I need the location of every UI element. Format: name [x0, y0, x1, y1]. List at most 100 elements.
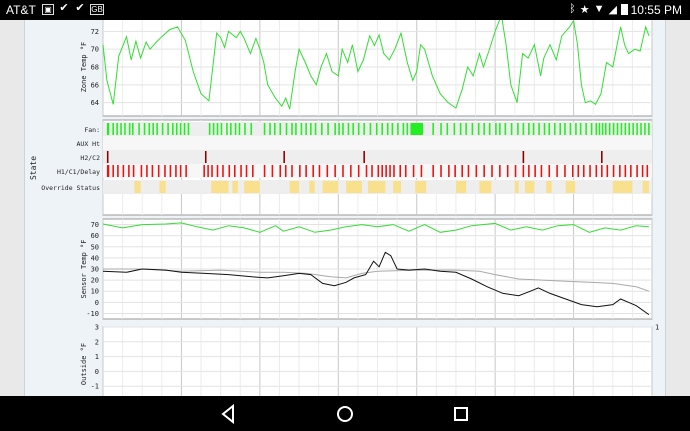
battery-icon	[621, 4, 628, 15]
state-segment	[582, 165, 585, 177]
y-tick-label: 0	[95, 299, 99, 307]
state-segment	[534, 165, 536, 177]
state-row-label: Override Status	[41, 184, 100, 192]
state-segment	[628, 123, 631, 135]
state-segment	[548, 165, 551, 177]
state-segment	[595, 165, 598, 177]
home-icon[interactable]	[333, 402, 357, 426]
state-segment	[455, 181, 467, 193]
state-segment	[524, 181, 535, 193]
state-segment	[624, 165, 627, 177]
y-tick-label: 20	[91, 277, 99, 285]
state-segment	[352, 123, 354, 135]
wifi-icon: ▼	[593, 3, 605, 15]
state-segment	[528, 123, 530, 135]
state-row-background	[103, 150, 652, 164]
state-segment	[175, 123, 178, 135]
state-segment	[263, 165, 266, 177]
state-segment	[212, 123, 215, 135]
state-segment	[393, 165, 395, 177]
state-segment	[488, 123, 491, 135]
state-segment	[305, 123, 307, 135]
back-icon[interactable]	[216, 402, 240, 426]
state-segment	[305, 165, 307, 177]
state-segment	[579, 123, 582, 135]
state-segment	[363, 123, 365, 135]
signal-icon: ◢	[608, 4, 617, 16]
state-segment	[117, 165, 119, 177]
y-tick-label: 68	[91, 64, 99, 72]
state-segment	[616, 123, 619, 135]
state-segment	[263, 123, 266, 135]
y-tick-label: 30	[91, 266, 99, 274]
y-tick-label: -1	[91, 383, 99, 391]
state-segment	[167, 123, 169, 135]
state-segment	[187, 123, 190, 135]
state-segment	[646, 165, 649, 177]
state-segment	[546, 181, 552, 193]
state-segment	[203, 165, 205, 177]
y-tick-label: 50	[91, 243, 99, 251]
state-segment	[216, 165, 219, 177]
y-tick-label: 0	[95, 368, 99, 376]
state-segment	[175, 165, 177, 177]
state-segment	[577, 165, 580, 177]
state-segment	[157, 165, 160, 177]
state-segment	[475, 165, 478, 177]
image-icon: ▣	[42, 4, 54, 15]
state-segment	[132, 165, 135, 177]
state-segment	[375, 123, 378, 135]
state-segment	[106, 123, 110, 135]
state-segment	[321, 123, 323, 135]
recents-icon[interactable]	[449, 402, 473, 426]
state-segment	[220, 123, 223, 135]
state-segment	[595, 123, 598, 135]
state-segment	[284, 165, 287, 177]
state-segment	[234, 123, 237, 135]
state-segment	[569, 123, 572, 135]
state-segment	[559, 123, 562, 135]
state-segment	[310, 123, 312, 135]
state-segment	[279, 165, 282, 177]
y-axis-label: Zone Temp °F	[80, 42, 88, 93]
state-segment	[334, 165, 336, 177]
state-segment	[564, 123, 566, 135]
state-segment	[179, 165, 182, 177]
state-segment	[250, 123, 253, 135]
navigation-bar	[0, 396, 690, 431]
state-segment	[412, 165, 415, 177]
state-segment	[391, 123, 394, 135]
y-tick-label: 10	[91, 288, 99, 296]
state-segment	[295, 123, 297, 135]
state-row-label: H2/C2	[80, 154, 100, 162]
state-segment	[461, 165, 463, 177]
state-segment	[393, 181, 402, 193]
state-segment	[386, 123, 389, 135]
state-segment	[350, 165, 352, 177]
state-segment	[300, 123, 303, 135]
state-segment	[240, 165, 242, 177]
state-segment	[522, 151, 525, 163]
state-segment	[116, 123, 118, 135]
state-segment	[465, 123, 467, 135]
state-row-label: H1/C1/Delay	[57, 168, 100, 176]
state-segment	[204, 151, 207, 163]
state-segment	[522, 165, 525, 177]
state-segment	[346, 181, 362, 193]
state-segment	[291, 165, 293, 177]
state-segment	[132, 123, 134, 135]
state-segment	[636, 165, 638, 177]
state-segment	[371, 165, 373, 177]
state-segment	[410, 123, 423, 135]
state-segment	[636, 123, 638, 135]
state-segment	[517, 123, 519, 135]
state-segment	[273, 123, 276, 135]
state-segment	[572, 165, 574, 177]
state-segment	[151, 165, 154, 177]
clock: 10:55 PM	[630, 3, 682, 17]
state-segment	[642, 181, 649, 193]
state-segment	[106, 165, 110, 177]
y-tick-label: -10	[86, 310, 99, 318]
state-segment	[406, 123, 409, 135]
state-segment	[415, 181, 427, 193]
